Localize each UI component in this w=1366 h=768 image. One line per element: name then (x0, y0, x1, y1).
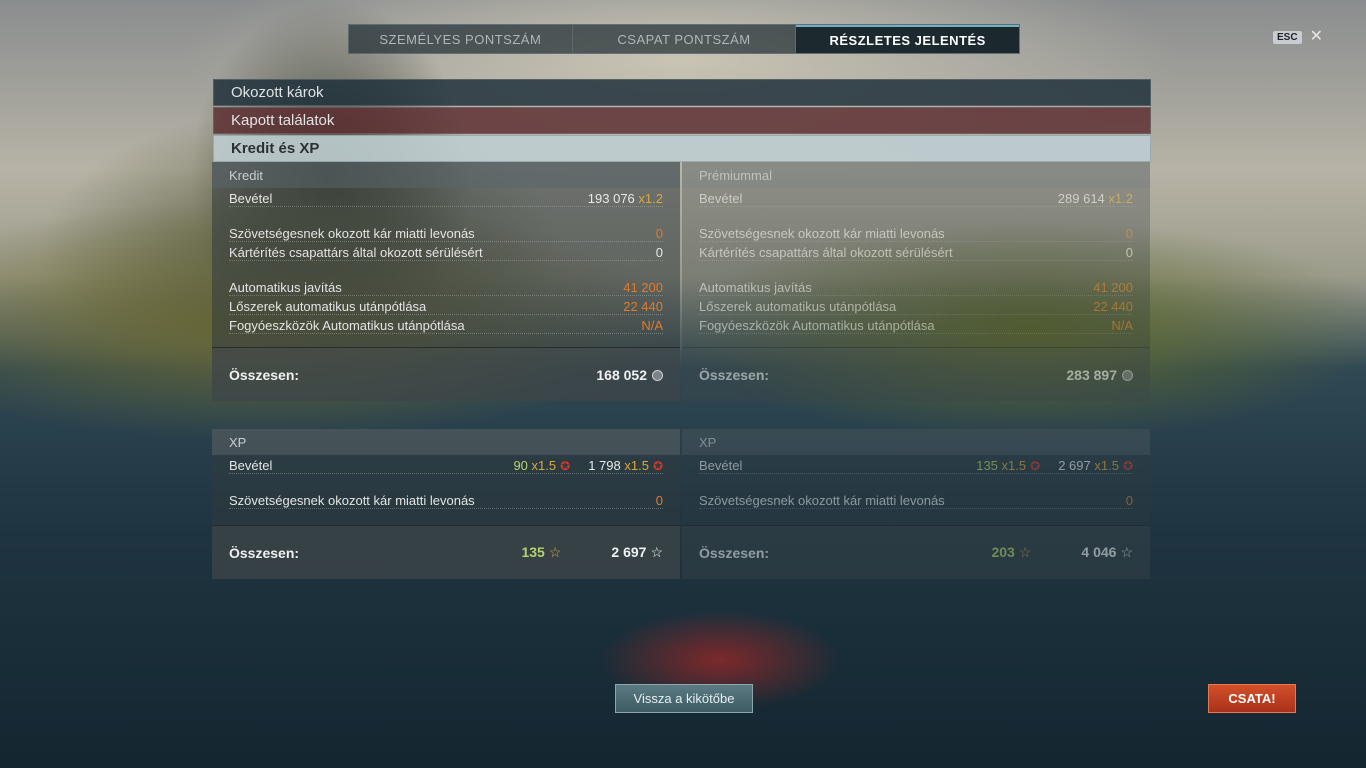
premium-ammo-row: Lőszerek automatikus utánpótlása 22 440 (699, 296, 1133, 315)
section-credit-xp[interactable]: Kredit és XP (213, 135, 1151, 162)
premium-xp-income-row: Bevétel 135 x1.5 ✪ 2 697 x1.5 ✪ (699, 455, 1133, 474)
tab-personal-score[interactable]: SZEMÉLYES PONTSZÁM (349, 25, 573, 53)
premium-xp-total: Összesen: 203 ☆ 4 046 ☆ (682, 525, 1150, 579)
star-icon: ☆ (1120, 544, 1133, 560)
flag-badge-icon: ✪ (560, 459, 571, 473)
premium-compensation-row: Kártérítés csapattárs által okozott sérü… (699, 242, 1133, 261)
credit-consumables-row: Fogyóeszközök Automatikus utánpótlása N/… (229, 315, 663, 334)
premium-credit-total: Összesen: 283 897 (682, 347, 1150, 401)
coin-icon (1122, 370, 1133, 382)
xp-ally-damage-row: Szövetségesnek okozott kár miatti levoná… (229, 490, 663, 509)
back-to-port-button[interactable]: Vissza a kikötőbe (615, 684, 753, 713)
section-damage-dealt[interactable]: Okozott károk (213, 79, 1151, 106)
xp-income-row: Bevétel 90 x1.5 ✪ 1 798 x1.5 ✪ (229, 455, 663, 474)
flag-badge-icon: ✪ (1030, 459, 1041, 473)
premium-xp-ally-damage-row: Szövetségesnek okozott kár miatti levoná… (699, 490, 1133, 509)
premium-consumables-row: Fogyóeszközök Automatikus utánpótlása N/… (699, 315, 1133, 334)
close-icon[interactable]: ✕ (1310, 29, 1323, 45)
esc-close: ESC ✕ (1273, 29, 1323, 45)
premium-xp-panel: XP Bevétel 135 x1.5 ✪ 2 697 x1.5 ✪ Szövets… (682, 429, 1150, 579)
premium-income-row: Bevétel 289 614 x1.2 (699, 188, 1133, 207)
tab-team-score[interactable]: CSAPAT PONTSZÁM (573, 25, 797, 53)
report-tabs: SZEMÉLYES PONTSZÁM CSAPAT PONTSZÁM RÉSZL… (348, 24, 1020, 54)
credit-ammo-row: Lőszerek automatikus utánpótlása 22 440 (229, 296, 663, 315)
xp-total: Összesen: 135 ☆ 2 697 ☆ (212, 525, 680, 579)
flag-badge-icon: ✪ (1122, 459, 1133, 473)
xp-panel: XP Bevétel 90 x1.5 ✪ 1 798 x1.5 ✪ Szövetsé… (212, 429, 680, 579)
premium-ally-damage-row: Szövetségesnek okozott kár miatti levoná… (699, 223, 1133, 242)
credit-compensation-row: Kártérítés csapattárs által okozott sérü… (229, 242, 663, 261)
credit-total: Összesen: 168 052 (212, 347, 680, 401)
flag-badge-icon: ✪ (652, 459, 663, 473)
credit-ally-damage-row: Szövetségesnek okozott kár miatti levoná… (229, 223, 663, 242)
coin-icon (652, 370, 663, 382)
premium-credit-panel: Prémiummal Bevétel 289 614 x1.2 Szövetsé… (682, 162, 1150, 401)
star-icon: ☆ (650, 544, 663, 560)
tab-detailed-report[interactable]: RÉSZLETES JELENTÉS (796, 25, 1020, 53)
premium-repair-row: Automatikus javítás 41 200 (699, 277, 1133, 296)
premium-panel-title: Prémiummal (682, 162, 1150, 188)
battle-button[interactable]: CSATA! (1208, 684, 1296, 713)
credit-panel: Kredit Bevétel 193 076 x1.2 Szövetségesn… (212, 162, 680, 401)
credit-repair-row: Automatikus javítás 41 200 (229, 277, 663, 296)
xp-panel-title: XP (212, 429, 680, 455)
section-hits-received[interactable]: Kapott találatok (213, 107, 1151, 134)
star-icon: ☆ (1018, 544, 1032, 560)
esc-key-label: ESC (1273, 30, 1302, 44)
star-icon: ☆ (548, 544, 562, 560)
credit-panel-title: Kredit (212, 162, 680, 188)
credit-income-row: Bevétel 193 076 x1.2 (229, 188, 663, 207)
premium-xp-panel-title: XP (682, 429, 1150, 455)
